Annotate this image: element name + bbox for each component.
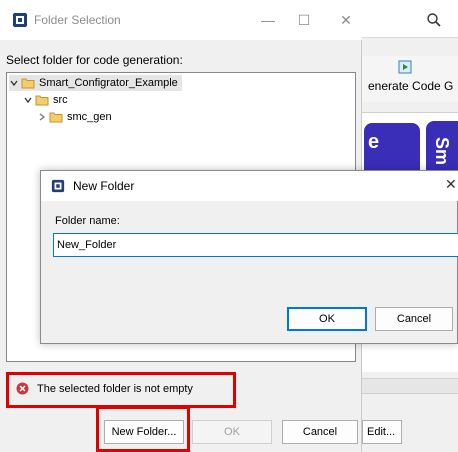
tree-item-smc-gen[interactable]: smc_gen	[37, 109, 112, 125]
component-block-label: Sm	[432, 137, 452, 166]
app-icon	[51, 179, 65, 193]
close-icon[interactable]: ✕	[445, 176, 457, 193]
dialog-title-bar[interactable]: Folder Selection — ☐ ✕	[0, 0, 362, 40]
close-icon[interactable]: ✕	[336, 10, 356, 30]
error-icon	[16, 382, 29, 395]
chevron-down-icon[interactable]	[9, 78, 19, 88]
edit-button[interactable]: Edit...	[362, 420, 402, 444]
cancel-button[interactable]: Cancel	[282, 420, 358, 444]
new-folder-cancel-button[interactable]: Cancel	[375, 307, 453, 331]
search-icon[interactable]	[426, 12, 442, 28]
ok-button[interactable]: OK	[192, 420, 272, 444]
tree-item-label: Smart_Configrator_Example	[39, 77, 178, 89]
new-folder-title: New Folder	[73, 179, 135, 193]
tree-item-label: smc_gen	[67, 111, 112, 123]
status-message: The selected folder is not empty	[37, 382, 193, 395]
ide-toolbar: enerate Code G	[362, 56, 458, 102]
generate-code-label[interactable]: enerate Code G	[368, 79, 453, 93]
maximize-icon[interactable]: ☐	[294, 10, 314, 30]
generate-code-icon[interactable]	[398, 60, 412, 74]
dialog-prompt: Select folder for code generation:	[6, 53, 183, 67]
tree-item-src[interactable]: src	[23, 92, 68, 108]
app-icon	[13, 13, 27, 27]
ide-top-bar	[362, 0, 458, 38]
tree-item-label: src	[53, 94, 68, 106]
tree-item-project[interactable]: Smart_Configrator_Example	[9, 75, 182, 91]
new-folder-title-bar[interactable]: New Folder ✕	[41, 171, 458, 201]
folder-name-input[interactable]	[53, 233, 458, 257]
folder-icon	[35, 95, 49, 106]
component-block-label: e	[368, 131, 380, 153]
dialog-title: Folder Selection	[34, 13, 121, 27]
ide-status-bar	[362, 378, 458, 394]
folder-name-label: Folder name:	[55, 215, 120, 227]
chevron-right-icon[interactable]	[37, 112, 47, 122]
status-message-row: The selected folder is not empty	[16, 382, 193, 395]
new-folder-dialog: New Folder ✕ Folder name: OK Cancel	[40, 170, 458, 344]
chevron-down-icon[interactable]	[23, 95, 33, 105]
new-folder-button[interactable]: New Folder...	[104, 420, 184, 444]
folder-icon	[49, 112, 63, 123]
folder-icon	[21, 78, 35, 89]
new-folder-ok-button[interactable]: OK	[287, 307, 367, 331]
minimize-icon[interactable]: —	[258, 10, 278, 30]
